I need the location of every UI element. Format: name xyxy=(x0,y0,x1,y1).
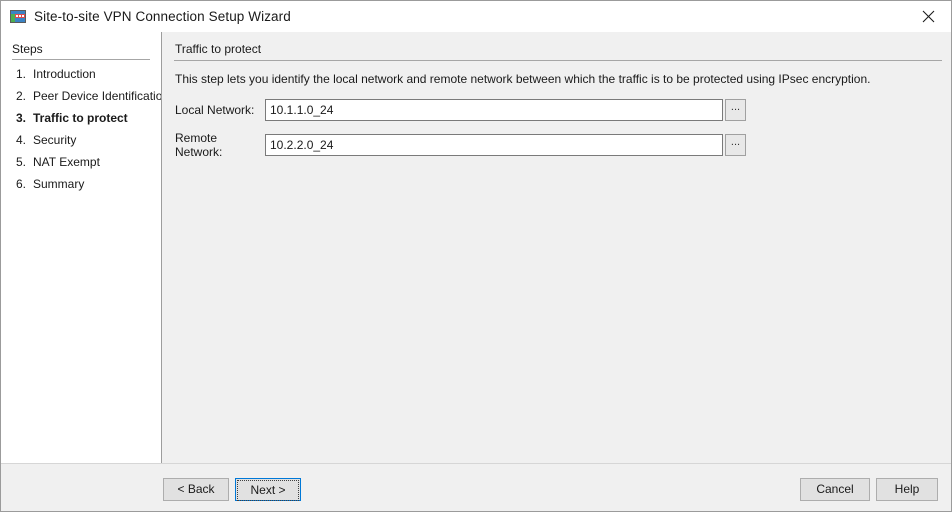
steps-sidebar: Steps 1. Introduction 2. Peer Device Ide… xyxy=(1,32,162,463)
step-number: 1. xyxy=(16,67,27,81)
local-network-browse-button[interactable]: ... xyxy=(725,99,746,121)
remote-network-input[interactable] xyxy=(265,134,723,156)
back-button[interactable]: < Back xyxy=(163,478,229,501)
step-label: Peer Device Identificatio xyxy=(33,89,161,103)
dialog-footer: < Back Next > Cancel Help xyxy=(1,463,951,511)
step-number: 4. xyxy=(16,133,27,147)
ellipsis-icon: ... xyxy=(730,101,741,113)
sidebar-item-security[interactable]: 4. Security xyxy=(1,133,161,155)
step-number: 2. xyxy=(16,89,27,103)
close-icon[interactable] xyxy=(906,1,951,32)
title-bar: Site-to-site VPN Connection Setup Wizard xyxy=(1,1,951,32)
next-button[interactable]: Next > xyxy=(235,478,301,501)
remote-network-browse-button[interactable]: ... xyxy=(725,134,746,156)
step-label: Summary xyxy=(33,177,85,191)
step-description: This step lets you identify the local ne… xyxy=(175,72,871,86)
local-network-input[interactable] xyxy=(265,99,723,121)
step-number: 3. xyxy=(16,111,27,125)
step-label: Introduction xyxy=(33,67,96,81)
wizard-window: Site-to-site VPN Connection Setup Wizard… xyxy=(0,0,952,512)
step-label: Security xyxy=(33,133,77,147)
help-button[interactable]: Help xyxy=(876,478,938,501)
vpn-wizard-icon xyxy=(10,9,26,25)
step-label: Traffic to protect xyxy=(33,111,128,125)
remote-network-row: Remote Network: ... xyxy=(175,131,951,159)
local-network-row: Local Network: ... xyxy=(175,99,951,121)
sidebar-item-summary[interactable]: 6. Summary xyxy=(1,177,161,199)
sidebar-item-introduction[interactable]: 1. Introduction xyxy=(1,67,161,89)
next-button-label: Next > xyxy=(237,480,299,501)
step-label: NAT Exempt xyxy=(33,155,100,169)
step-number: 5. xyxy=(16,155,27,169)
local-network-label: Local Network: xyxy=(175,103,255,117)
dialog-body: Steps 1. Introduction 2. Peer Device Ide… xyxy=(1,32,951,463)
window-title: Site-to-site VPN Connection Setup Wizard xyxy=(34,9,291,24)
steps-list: 1. Introduction 2. Peer Device Identific… xyxy=(1,60,161,199)
ellipsis-icon: ... xyxy=(730,136,741,148)
step-number: 6. xyxy=(16,177,27,191)
sidebar-item-nat-exempt[interactable]: 5. NAT Exempt xyxy=(1,155,161,177)
main-content-pane: Traffic to protect This step lets you id… xyxy=(162,32,951,463)
sidebar-item-traffic-to-protect[interactable]: 3. Traffic to protect xyxy=(1,111,161,133)
remote-network-label: Remote Network: xyxy=(175,131,223,159)
steps-header: Steps xyxy=(12,42,43,56)
page-title: Traffic to protect xyxy=(175,42,262,56)
cancel-button[interactable]: Cancel xyxy=(800,478,870,501)
sidebar-item-peer-device-identification[interactable]: 2. Peer Device Identificatio xyxy=(1,89,161,111)
